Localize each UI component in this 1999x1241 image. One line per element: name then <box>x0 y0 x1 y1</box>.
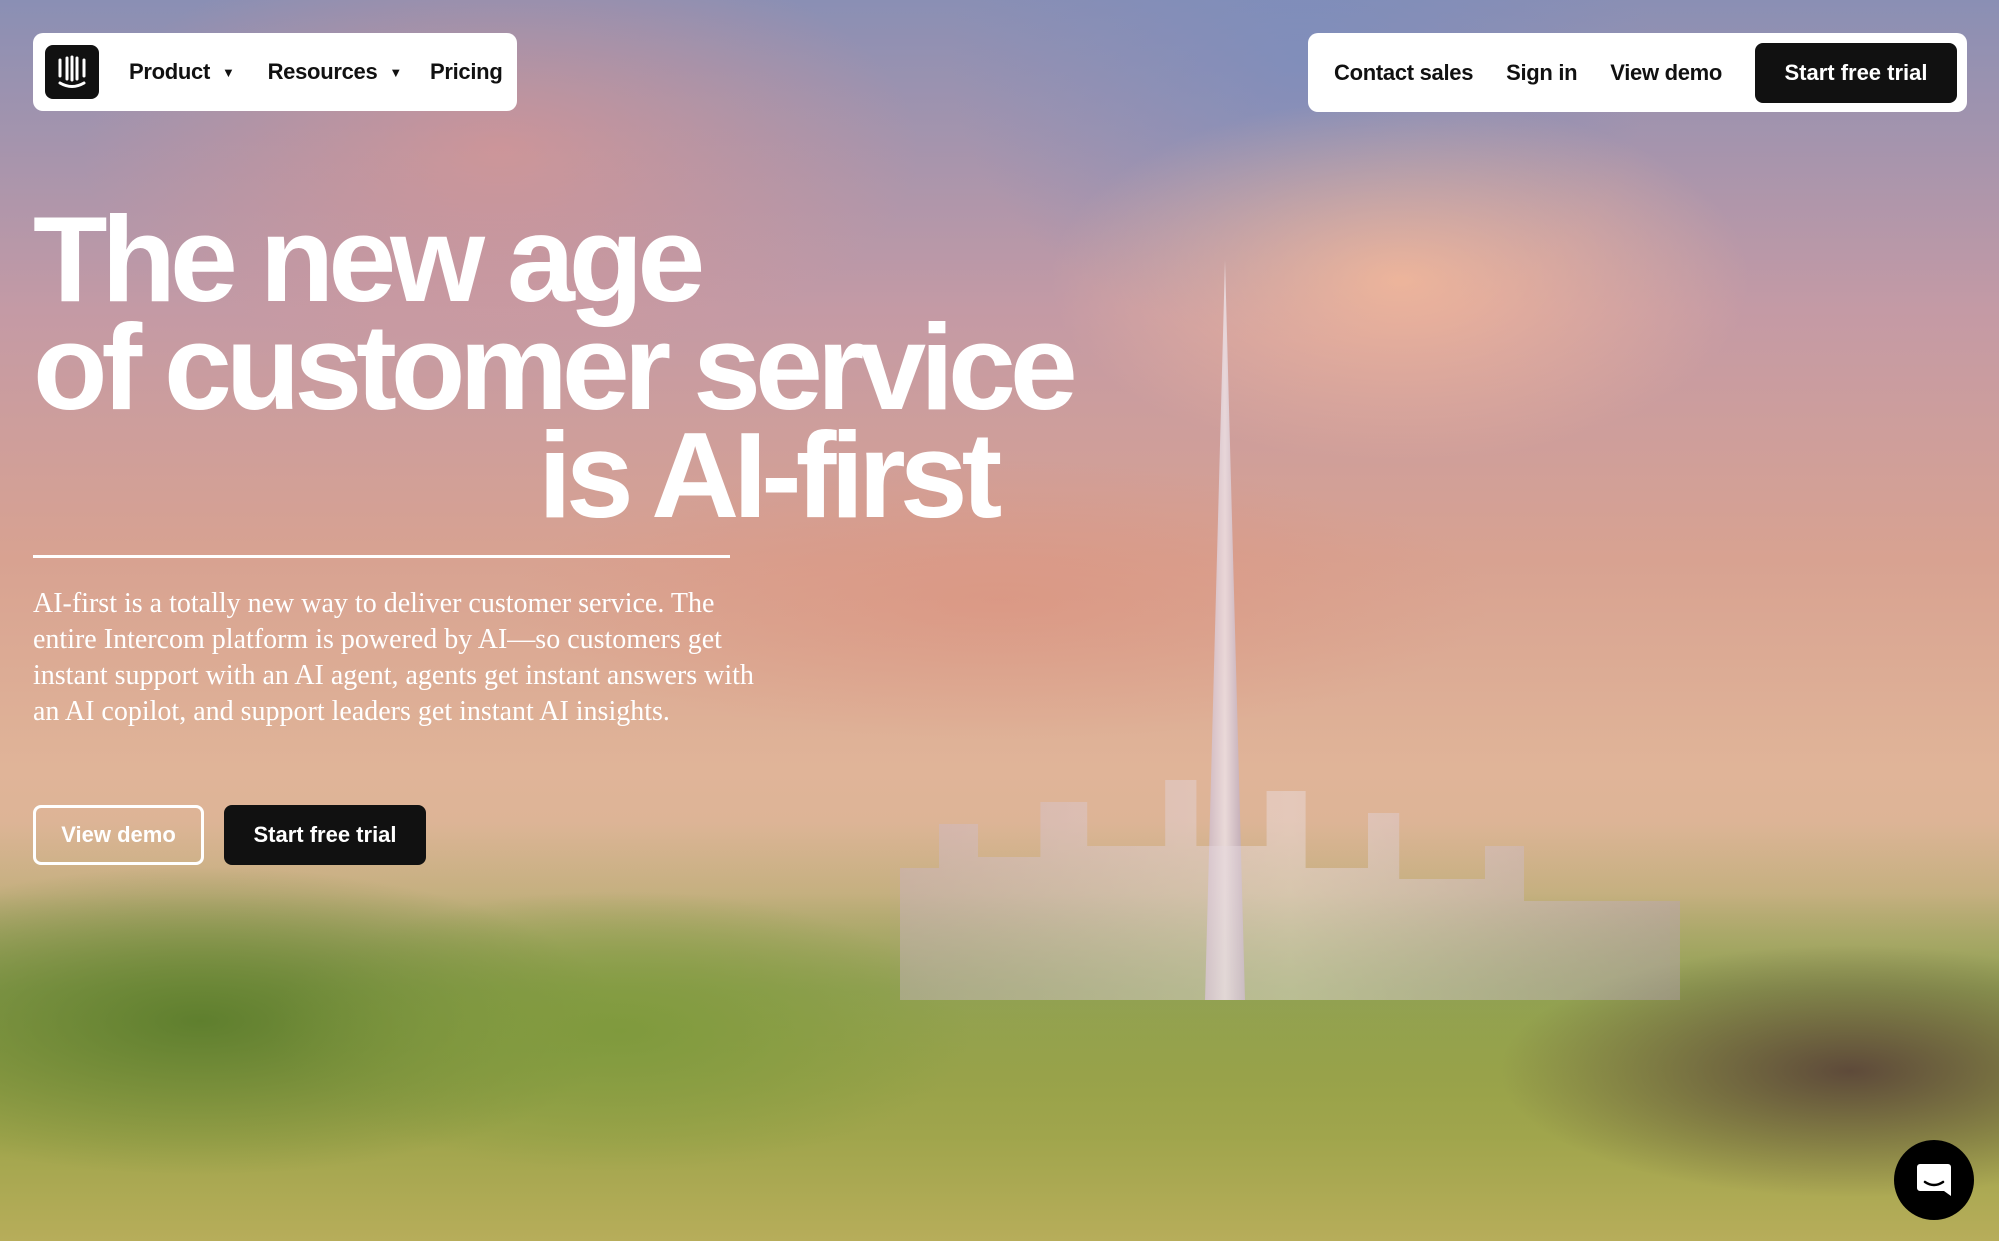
start-free-trial-button[interactable]: Start free trial <box>1754 42 1957 103</box>
chat-messenger-button[interactable] <box>1894 1140 1974 1220</box>
hero-start-free-trial-button[interactable]: Start free trial <box>224 805 426 865</box>
caret-down-icon: ▼ <box>389 64 402 80</box>
sign-in-link[interactable]: Sign in <box>1506 60 1578 86</box>
secondary-nav: Contact sales Sign in View demo Start fr… <box>1308 33 1967 112</box>
nav-pricing[interactable]: Pricing <box>430 59 503 85</box>
headline-line-2: of customer service <box>33 299 1078 435</box>
headline-line-1: The new age <box>33 191 705 327</box>
nav-resources[interactable]: Resources ▼ <box>267 59 403 85</box>
intercom-logo-icon[interactable] <box>45 45 99 99</box>
primary-nav: Product ▼ Resources ▼ Pricing <box>33 33 517 111</box>
nav-product[interactable]: Product ▼ <box>129 59 235 85</box>
caret-down-icon: ▼ <box>222 64 235 80</box>
hero-headline: The new age of customer service is AI-fi… <box>33 191 1078 543</box>
headline-line-3: is AI-first <box>538 407 1002 543</box>
nav-product-label: Product <box>129 59 211 84</box>
nav-resources-label: Resources <box>267 59 378 84</box>
hero-description: AI-first is a totally new way to deliver… <box>33 588 754 727</box>
contact-sales-link[interactable]: Contact sales <box>1334 60 1473 86</box>
divider <box>33 555 730 558</box>
hero-view-demo-button[interactable]: View demo <box>33 805 204 865</box>
chat-messenger-icon <box>1917 1164 1951 1196</box>
view-demo-link[interactable]: View demo <box>1610 60 1722 86</box>
